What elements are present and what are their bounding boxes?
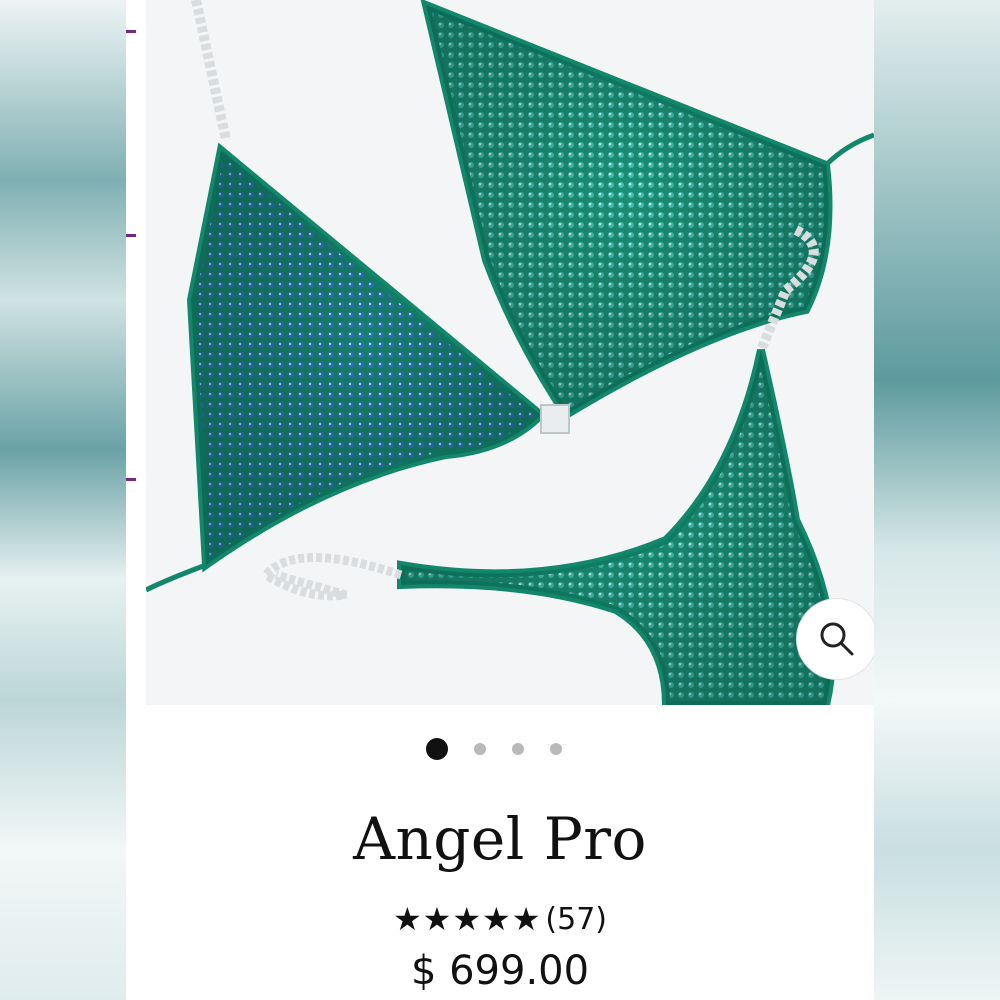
product-rating[interactable]: ★★★★★ (57) [126,900,874,938]
review-count[interactable]: (57) [545,902,607,937]
gallery-pagination [126,737,874,761]
gallery-dot-3[interactable] [511,743,524,755]
product-price: $ 699.00 [410,948,590,994]
rating-stars[interactable]: ★★★★★ [393,900,541,938]
blurred-background-left [0,0,126,1000]
product-image[interactable] [146,0,874,705]
gallery-dot-2[interactable] [473,743,486,755]
purple-tick [126,30,136,33]
product-title: Angel Pro [353,805,647,873]
product-card: Angel Pro ★★★★★ (57) $ 699.00 [126,0,874,1000]
left-chain [191,0,231,142]
zoom-button[interactable] [796,598,874,680]
blurred-background-right [874,0,1000,1000]
purple-tick [126,234,136,237]
purple-tick [126,478,136,481]
magnifier-icon [820,622,854,656]
gallery-dot-1[interactable] [425,738,448,760]
left-edge-strip [126,0,146,705]
gallery-dot-4[interactable] [549,743,562,755]
bikini-illustration [146,0,874,705]
